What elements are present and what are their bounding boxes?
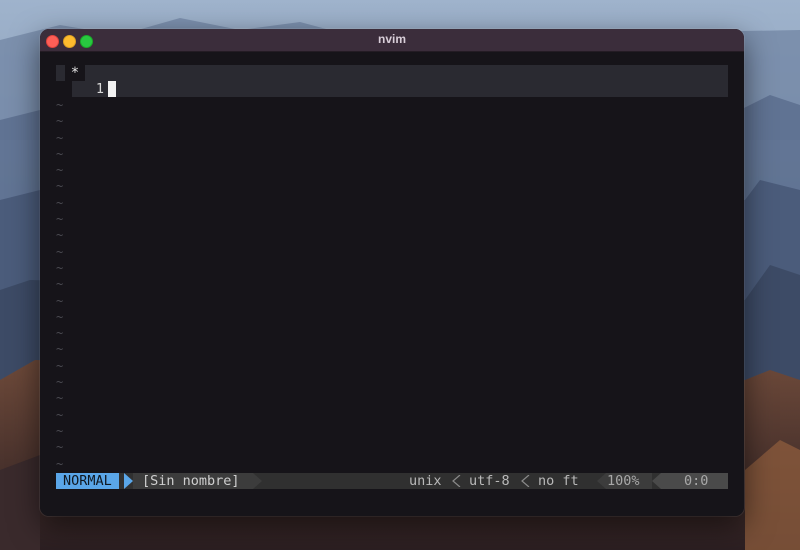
tab-modified-marker[interactable]: * xyxy=(65,64,85,82)
filetype-label: no ft xyxy=(538,473,579,489)
tilde-marker: ~ xyxy=(56,163,64,178)
powerline-separator-icon xyxy=(452,475,461,487)
line-number: 1 xyxy=(95,81,104,97)
block-cursor xyxy=(108,81,116,97)
mode-indicator: NORMAL xyxy=(56,473,119,489)
tilde-marker: ~ xyxy=(56,146,64,161)
window-title: nvim xyxy=(377,32,406,46)
powerline-separator-icon xyxy=(521,475,530,487)
tilde-marker: ~ xyxy=(56,179,64,194)
tilde-marker: ~ xyxy=(56,309,64,324)
tilde-marker: ~ xyxy=(56,277,64,292)
tilde-marker: ~ xyxy=(56,293,64,308)
tilde-marker: ~ xyxy=(56,391,64,406)
tilde-marker: ~ xyxy=(56,195,64,210)
tilde-marker: ~ xyxy=(56,114,64,129)
tilde-marker: ~ xyxy=(56,342,64,357)
scroll-percent: 100% xyxy=(607,473,640,489)
tilde-marker: ~ xyxy=(56,244,64,259)
fileformat-label: unix xyxy=(409,473,442,489)
tilde-marker: ~ xyxy=(56,228,64,243)
tilde-marker: ~ xyxy=(56,407,64,422)
cursor-line-highlight xyxy=(72,81,728,97)
tilde-marker: ~ xyxy=(56,358,64,373)
tabline: * xyxy=(56,64,728,82)
nvim-editor[interactable]: * 1 ~ ~ ~ ~ ~ ~ ~ ~ ~ ~ ~ ~ ~ ~ ~ ~ ~ ~ … xyxy=(40,52,744,516)
tilde-marker: ~ xyxy=(56,440,64,455)
powerline-arrow-icon xyxy=(253,473,262,489)
buffer-name: [Sin nombre] xyxy=(142,473,240,489)
cursor-position: 0:0 xyxy=(684,473,709,489)
tilde-marker: ~ xyxy=(56,212,64,227)
tilde-marker: ~ xyxy=(56,130,64,145)
statusline: NORMAL [Sin nombre] unix utf-8 no ft 100… xyxy=(56,473,728,489)
tilde-marker: ~ xyxy=(56,326,64,341)
tilde-marker: ~ xyxy=(56,98,64,112)
powerline-arrow-icon xyxy=(124,473,133,489)
tilde-marker: ~ xyxy=(56,260,64,275)
powerline-arrow-icon xyxy=(597,473,606,489)
encoding-label: utf-8 xyxy=(469,473,510,489)
tilde-marker: ~ xyxy=(56,423,64,438)
tilde-marker: ~ xyxy=(56,375,64,390)
terminal-window[interactable]: nvim * 1 ~ ~ ~ ~ ~ ~ ~ ~ ~ ~ ~ ~ ~ ~ ~ ~… xyxy=(40,29,744,516)
window-titlebar[interactable]: nvim xyxy=(40,29,744,52)
powerline-arrow-icon xyxy=(652,473,661,489)
tilde-marker: ~ xyxy=(56,456,64,471)
empty-line-markers: ~ ~ ~ ~ ~ ~ ~ ~ ~ ~ ~ ~ ~ ~ ~ ~ ~ ~ ~ ~ … xyxy=(56,97,76,472)
